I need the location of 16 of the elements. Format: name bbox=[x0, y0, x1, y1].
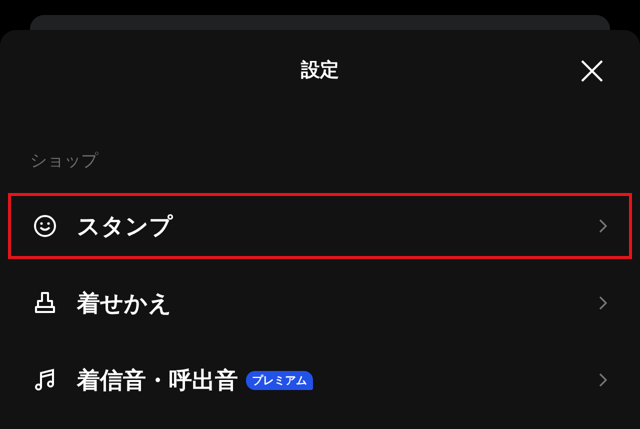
premium-badge: プレミアム bbox=[246, 370, 313, 390]
item-label: スタンプ bbox=[77, 212, 173, 242]
smiley-icon bbox=[33, 214, 57, 238]
item-label: 着信音・呼出音 bbox=[77, 366, 238, 396]
menu-item[interactable]: 着信音・呼出音 プレミアム bbox=[8, 347, 632, 413]
section-header: ショップ bbox=[30, 150, 98, 172]
music-note-icon bbox=[33, 368, 57, 392]
item-label: 着せかえ bbox=[77, 290, 172, 318]
chevron-icon bbox=[599, 219, 607, 233]
close-icon[interactable] bbox=[580, 59, 604, 83]
stamp-icon bbox=[33, 291, 57, 315]
menu-item[interactable]: 着せかえ bbox=[8, 270, 632, 336]
chevron-icon bbox=[599, 373, 607, 387]
chevron-icon bbox=[599, 296, 607, 310]
sheet-title: 設定 bbox=[301, 58, 339, 83]
menu-item[interactable]: スタンプ bbox=[8, 193, 632, 259]
